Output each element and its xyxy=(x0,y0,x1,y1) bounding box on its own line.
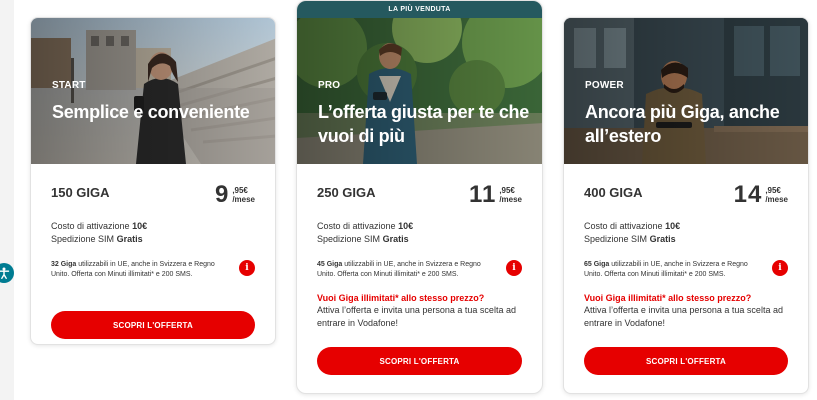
plan-row: 150 GIGA 9 ,95€/mese xyxy=(51,164,255,220)
price-cents-period: ,95€/mese xyxy=(232,186,255,204)
shipping-value: Gratis xyxy=(649,234,676,244)
price-cents-period: ,95€/mese xyxy=(765,186,788,204)
offer-details-text: 65 Giga utilizzabili in UE, anche in Svi… xyxy=(584,260,758,280)
activation-value: 10€ xyxy=(665,221,681,231)
plan-row: 250 GIGA 11 ,95€/mese xyxy=(317,164,522,220)
giga-amount: 250 GIGA xyxy=(317,185,376,200)
giga-eu-amount: 32 Giga xyxy=(51,261,77,268)
best-seller-ribbon: LA PIÙ VENDUTA xyxy=(297,1,542,18)
price-cents: ,95€ xyxy=(232,186,248,195)
activation-cost: Costo di attivazione 10€ xyxy=(317,220,522,233)
offer-hero-image: START Semplice e conveniente xyxy=(31,18,275,164)
discover-offer-button[interactable]: SCOPRI L'OFFERTA xyxy=(317,347,522,375)
offer-card-pro: LA PIÙ VENDUTA PRO L’offerta giusta per … xyxy=(296,0,543,394)
shipping-label: Spedizione SIM xyxy=(51,234,115,244)
offer-tag: POWER xyxy=(585,80,624,91)
sim-shipping: Spedizione SIM Gratis xyxy=(584,233,788,246)
unlimited-giga-promo-title: Vuoi Giga illimitati* allo stesso prezzo… xyxy=(317,293,485,303)
info-icon[interactable]: i xyxy=(506,260,522,276)
price: 14 ,95€/mese xyxy=(734,181,788,209)
details-text: utilizzabili in UE, anche in Svizzera e … xyxy=(584,261,748,278)
discover-offer-button[interactable]: SCOPRI L'OFFERTA xyxy=(51,311,255,339)
activation-label: Costo di attivazione xyxy=(317,221,396,231)
offer-headline: Semplice e conveniente xyxy=(52,102,250,122)
offer-details: 65 Giga utilizzabili in UE, anche in Svi… xyxy=(584,260,788,290)
plan-row: 400 GIGA 14 ,95€/mese xyxy=(584,164,788,220)
offer-details: 45 Giga utilizzabili in UE, anche in Svi… xyxy=(317,260,522,290)
price-period: /mese xyxy=(232,195,255,204)
info-icon[interactable]: i xyxy=(239,260,255,276)
shipping-label: Spedizione SIM xyxy=(317,234,381,244)
offer-body: 150 GIGA 9 ,95€/mese Costo di attivazion… xyxy=(31,164,275,339)
page-left-strip xyxy=(0,0,14,400)
unlimited-giga-promo-text: Attiva l’offerta e invita una persona a … xyxy=(584,305,783,328)
activation-value: 10€ xyxy=(132,221,148,231)
offer-card-start: START Semplice e conveniente 150 GIGA 9 … xyxy=(30,17,276,345)
activation-label: Costo di attivazione xyxy=(51,221,130,231)
offer-details-text: 32 Giga utilizzabili in UE, anche in Svi… xyxy=(51,260,225,280)
price: 9 ,95€/mese xyxy=(215,181,255,209)
offer-hero-image: POWER Ancora più Giga, anche all’estero xyxy=(564,18,808,164)
giga-amount: 150 GIGA xyxy=(51,185,110,200)
details-text: utilizzabili in UE, anche in Svizzera e … xyxy=(317,261,481,278)
unlimited-giga-promo-title: Vuoi Giga illimitati* allo stesso prezzo… xyxy=(584,293,752,303)
offer-body: 250 GIGA 11 ,95€/mese Costo di attivazio… xyxy=(297,164,542,375)
sim-shipping: Spedizione SIM Gratis xyxy=(51,233,255,246)
activation-label: Costo di attivazione xyxy=(584,221,663,231)
offer-card-power: POWER Ancora più Giga, anche all’estero … xyxy=(563,17,809,394)
offer-details: 32 Giga utilizzabili in UE, anche in Svi… xyxy=(51,260,255,290)
discover-offer-button[interactable]: SCOPRI L'OFFERTA xyxy=(584,347,788,375)
offer-hero-image: PRO L’offerta giusta per te che vuoi di … xyxy=(297,18,542,164)
sim-shipping: Spedizione SIM Gratis xyxy=(317,233,522,246)
activation-cost: Costo di attivazione 10€ xyxy=(584,220,788,233)
price-period: /mese xyxy=(765,195,788,204)
price-euros: 14 xyxy=(733,181,763,208)
activation-cost: Costo di attivazione 10€ xyxy=(51,220,255,233)
offer-details-text: 45 Giga utilizzabili in UE, anche in Svi… xyxy=(317,260,492,280)
offer-tag: START xyxy=(52,80,86,91)
offer-tag: PRO xyxy=(318,80,341,91)
shipping-value: Gratis xyxy=(382,234,409,244)
price-cents: ,95€ xyxy=(765,186,781,195)
giga-amount: 400 GIGA xyxy=(584,185,643,200)
price-cents: ,95€ xyxy=(499,186,515,195)
activation-value: 10€ xyxy=(398,221,414,231)
offer-body: 400 GIGA 14 ,95€/mese Costo di attivazio… xyxy=(564,164,808,375)
price: 11 ,95€/mese xyxy=(469,181,522,209)
offers-page: START Semplice e conveniente 150 GIGA 9 … xyxy=(0,0,817,400)
giga-eu-amount: 65 Giga xyxy=(584,261,610,268)
shipping-label: Spedizione SIM xyxy=(584,234,648,244)
offer-headline: Ancora più Giga, anche all’estero xyxy=(585,102,780,146)
price-cents-period: ,95€/mese xyxy=(499,186,522,204)
price-period: /mese xyxy=(499,195,522,204)
shipping-value: Gratis xyxy=(116,234,143,244)
details-text: utilizzabili in UE, anche in Svizzera e … xyxy=(51,261,215,278)
offer-headline: L’offerta giusta per te che vuoi di più xyxy=(318,102,529,146)
unlimited-giga-promo-text: Attiva l’offerta e invita una persona a … xyxy=(317,305,516,328)
giga-eu-amount: 45 Giga xyxy=(317,261,343,268)
price-euros: 9 xyxy=(214,181,230,208)
price-euros: 11 xyxy=(468,181,497,208)
info-icon[interactable]: i xyxy=(772,260,788,276)
hero-overlay xyxy=(31,18,275,164)
